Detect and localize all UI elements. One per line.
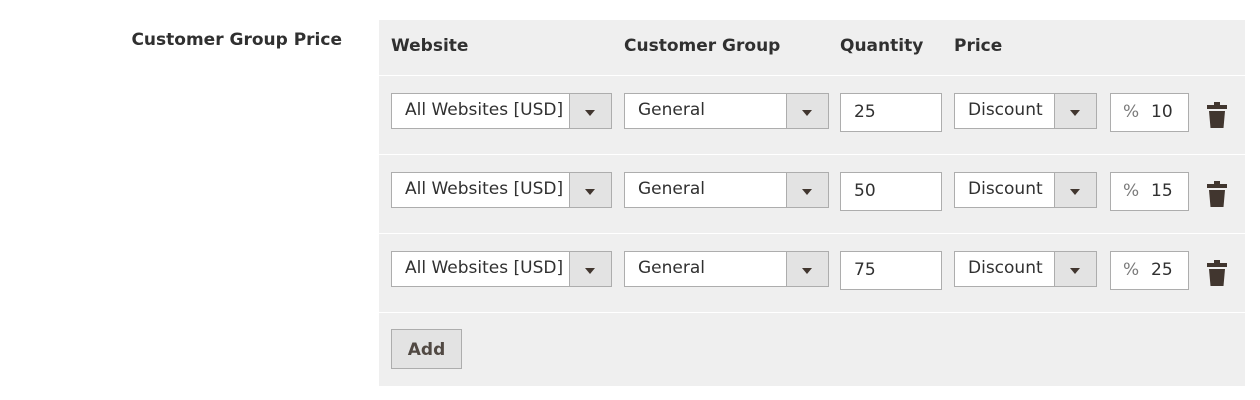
price-type-select-toggle[interactable]	[1054, 173, 1096, 207]
percent-value: 25	[1151, 260, 1173, 280]
chevron-down-icon	[802, 268, 812, 274]
table-row: All Websites [USD] General 50 Discount %…	[379, 155, 1245, 234]
percent-symbol: %	[1123, 102, 1140, 122]
price-type-select-value: Discount	[968, 179, 1043, 199]
price-type-select[interactable]: Discount	[954, 251, 1097, 287]
tier-price-panel: Website Customer Group Quantity Price Al…	[379, 20, 1245, 386]
chevron-down-icon	[1070, 189, 1080, 195]
table-row: All Websites [USD] General 75 Discount %…	[379, 234, 1245, 313]
website-select[interactable]: All Websites [USD]	[391, 172, 612, 208]
customer-group-select-toggle[interactable]	[786, 173, 828, 207]
customer-group-select-toggle[interactable]	[786, 94, 828, 128]
trash-icon[interactable]	[1207, 102, 1227, 128]
website-select-toggle[interactable]	[569, 252, 611, 286]
customer-group-select[interactable]: General	[624, 172, 829, 208]
website-select-toggle[interactable]	[569, 173, 611, 207]
header-price: Price	[954, 36, 1003, 56]
trash-icon[interactable]	[1207, 260, 1227, 286]
percent-value-input[interactable]: % 25	[1110, 251, 1189, 290]
chevron-down-icon	[1070, 268, 1080, 274]
chevron-down-icon	[802, 110, 812, 116]
website-select-value: All Websites [USD]	[405, 179, 564, 199]
percent-value: 15	[1151, 181, 1173, 201]
percent-symbol: %	[1123, 181, 1140, 201]
price-type-select-value: Discount	[968, 100, 1043, 120]
quantity-input-value: 25	[854, 102, 876, 122]
price-type-select[interactable]: Discount	[954, 93, 1097, 129]
chevron-down-icon	[1070, 110, 1080, 116]
price-type-select-toggle[interactable]	[1054, 252, 1096, 286]
chevron-down-icon	[585, 268, 595, 274]
chevron-down-icon	[585, 189, 595, 195]
quantity-input[interactable]: 75	[840, 251, 942, 290]
chevron-down-icon	[585, 110, 595, 116]
table-header: Website Customer Group Quantity Price	[379, 20, 1245, 76]
add-button[interactable]: Add	[391, 329, 462, 369]
price-type-select[interactable]: Discount	[954, 172, 1097, 208]
website-select[interactable]: All Websites [USD]	[391, 251, 612, 287]
percent-value: 10	[1151, 102, 1173, 122]
customer-group-select-value: General	[638, 179, 705, 199]
chevron-down-icon	[802, 189, 812, 195]
customer-group-select[interactable]: General	[624, 93, 829, 129]
website-select[interactable]: All Websites [USD]	[391, 93, 612, 129]
website-select-value: All Websites [USD]	[405, 100, 564, 120]
quantity-input-value: 50	[854, 181, 876, 201]
trash-icon[interactable]	[1207, 181, 1227, 207]
field-label: Customer Group Price	[131, 30, 342, 50]
quantity-input[interactable]: 50	[840, 172, 942, 211]
header-website: Website	[391, 36, 469, 56]
customer-group-select-value: General	[638, 100, 705, 120]
table-row: All Websites [USD] General 25 Discount %…	[379, 76, 1245, 155]
header-customer-group: Customer Group	[624, 36, 781, 56]
website-select-toggle[interactable]	[569, 94, 611, 128]
price-type-select-toggle[interactable]	[1054, 94, 1096, 128]
percent-symbol: %	[1123, 260, 1140, 280]
percent-value-input[interactable]: % 15	[1110, 172, 1189, 211]
customer-group-select-toggle[interactable]	[786, 252, 828, 286]
price-type-select-value: Discount	[968, 258, 1043, 278]
header-quantity: Quantity	[840, 36, 924, 56]
customer-group-select-value: General	[638, 258, 705, 278]
percent-value-input[interactable]: % 10	[1110, 93, 1189, 132]
website-select-value: All Websites [USD]	[405, 258, 564, 278]
quantity-input[interactable]: 25	[840, 93, 942, 132]
customer-group-select[interactable]: General	[624, 251, 829, 287]
quantity-input-value: 75	[854, 260, 876, 280]
